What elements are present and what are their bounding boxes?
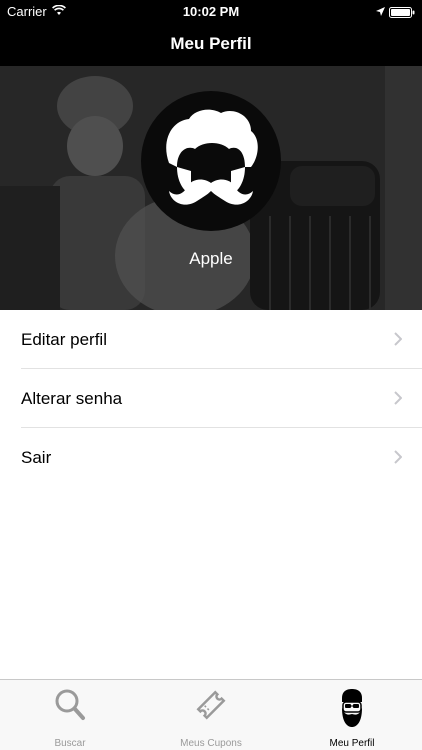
- profile-menu: Editar perfil Alterar senha Sair: [0, 310, 422, 487]
- navigation-bar: Meu Perfil: [0, 22, 422, 66]
- bearded-man-icon: [339, 688, 365, 733]
- avatar[interactable]: [141, 91, 281, 231]
- chevron-right-icon: [394, 332, 403, 351]
- menu-item-label: Alterar senha: [21, 389, 123, 408]
- search-icon: [54, 688, 86, 727]
- logout-row[interactable]: Sair: [0, 428, 422, 487]
- profile-header: Apple: [0, 66, 422, 310]
- status-bar: Carrier 10:02 PM: [0, 0, 422, 22]
- menu-item-label: Sair: [21, 448, 52, 467]
- profile-name: Apple: [189, 249, 233, 268]
- ticket-icon: [194, 688, 228, 727]
- screen: Carrier 10:02 PM Meu Perfil Apple Editar…: [0, 0, 422, 750]
- chevron-right-icon: [394, 391, 403, 410]
- battery-icon: [389, 6, 415, 21]
- tab-meus-cupons[interactable]: Meus Cupons: [141, 680, 281, 750]
- chevron-right-icon: [394, 450, 403, 469]
- edit-profile-row[interactable]: Editar perfil: [0, 310, 422, 369]
- mustache-man-icon: [166, 109, 258, 205]
- change-password-row[interactable]: Alterar senha: [0, 369, 422, 428]
- tab-buscar[interactable]: Buscar: [0, 680, 140, 750]
- tab-label: Meus Cupons: [180, 738, 242, 749]
- tab-label: Meu Perfil: [329, 738, 375, 749]
- location-arrow-icon: [375, 5, 386, 20]
- tab-bar: Buscar Meus Cupons Meu Perfil: [0, 679, 422, 750]
- status-time: 10:02 PM: [182, 4, 240, 19]
- menu-item-label: Editar perfil: [21, 330, 107, 349]
- tab-meu-perfil[interactable]: Meu Perfil: [282, 680, 422, 750]
- page-title: Meu Perfil: [170, 34, 252, 53]
- tab-label: Buscar: [54, 738, 86, 749]
